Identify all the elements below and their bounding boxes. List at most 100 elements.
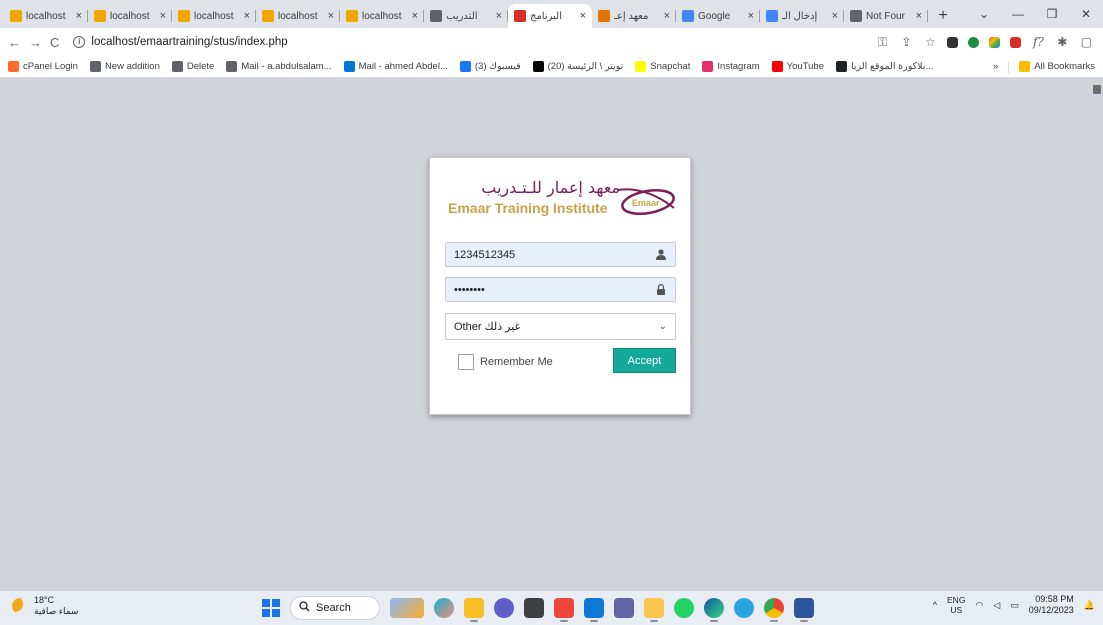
bookmark-item[interactable]: (3) فيسبوك: [459, 61, 521, 72]
reload-button[interactable]: C: [50, 35, 59, 50]
extension-dark-icon[interactable]: [947, 36, 959, 48]
bookmark-item[interactable]: cPanel Login: [8, 61, 78, 72]
bookmark-item[interactable]: Snapchat: [635, 61, 690, 72]
browser-tab[interactable]: Google ×: [676, 4, 760, 28]
bookmark-item[interactable]: Mail - a.abdulsalam...: [226, 61, 332, 72]
tab-close-icon[interactable]: ×: [412, 10, 418, 22]
bookmark-item[interactable]: New addition: [89, 61, 160, 72]
clock[interactable]: 09:58 PM 09/12/2023: [1029, 594, 1074, 616]
tab-favicon-icon: [850, 10, 862, 22]
whatsapp-icon[interactable]: [674, 598, 694, 618]
user-icon: [655, 249, 667, 261]
bookmark-favicon-icon: [459, 61, 471, 72]
minimize-button[interactable]: —: [1001, 7, 1035, 21]
side-panel-icon[interactable]: ▢: [1079, 35, 1093, 49]
extensions-puzzle-icon[interactable]: ✱: [1055, 35, 1069, 49]
bookmark-favicon-icon: [771, 61, 783, 72]
copilot-icon[interactable]: [434, 598, 454, 618]
browser-tab[interactable]: localhost ×: [4, 4, 88, 28]
volume-icon[interactable]: ◁: [993, 600, 1000, 611]
tab-close-icon[interactable]: ×: [76, 10, 82, 22]
wifi-icon[interactable]: ◠: [975, 600, 983, 611]
new-tab-button[interactable]: +: [932, 5, 954, 27]
tab-close-icon[interactable]: ×: [160, 10, 166, 22]
restore-button[interactable]: ❐: [1035, 7, 1069, 21]
file-explorer-icon[interactable]: [464, 598, 484, 622]
browser-tab[interactable]: البرنامج ×: [508, 4, 592, 28]
moon-icon: [12, 598, 28, 614]
pdf-extension-icon[interactable]: [1010, 36, 1022, 48]
chrome-icon[interactable]: [764, 598, 784, 622]
start-button[interactable]: [262, 599, 280, 617]
key-icon[interactable]: ⚿: [875, 35, 889, 49]
browser-tab[interactable]: localhost ×: [340, 4, 424, 28]
browser-tab[interactable]: معهد إعـ ×: [592, 4, 676, 28]
word-icon[interactable]: [794, 598, 814, 622]
tab-favicon-icon: [94, 10, 106, 22]
browser-tab[interactable]: localhost ×: [172, 4, 256, 28]
tab-close-icon[interactable]: ×: [664, 10, 670, 22]
folder-icon: [1019, 61, 1031, 72]
all-bookmarks-label: All Bookmarks: [1034, 61, 1095, 72]
tab-close-icon[interactable]: ×: [328, 10, 334, 22]
browser-tab[interactable]: إدخال الـ ×: [760, 4, 844, 28]
role-select[interactable]: Other غير ذلك ⌄: [445, 313, 676, 340]
bookmark-item[interactable]: بلاكورة الموقع الربا...: [836, 61, 933, 72]
logo-swoosh-icon: Emaar: [617, 188, 675, 215]
tab-close-icon[interactable]: ×: [832, 10, 838, 22]
forward-button[interactable]: →: [29, 35, 42, 50]
camera-app-icon[interactable]: [524, 598, 544, 618]
teams-chat-icon[interactable]: [494, 598, 514, 618]
language-indicator[interactable]: ENG US: [947, 595, 965, 615]
widgets-icon[interactable]: [390, 598, 424, 618]
notification-bell-icon[interactable]: 🔔: [1084, 600, 1095, 611]
bookmark-item[interactable]: Delete: [171, 61, 214, 72]
teams-icon[interactable]: [614, 598, 634, 618]
tray-overflow-chevron-icon[interactable]: ^: [933, 600, 937, 610]
address-bar[interactable]: i localhost/emaartraining/stus/index.php: [67, 36, 867, 48]
site-info-icon[interactable]: i: [73, 36, 86, 48]
all-bookmarks-button[interactable]: All Bookmarks: [1019, 61, 1095, 72]
browser-tab[interactable]: Not Four ×: [844, 4, 928, 28]
bookmark-item[interactable]: YouTube: [771, 61, 824, 72]
remember-me-checkbox[interactable]: [458, 354, 474, 370]
share-icon[interactable]: ⇪: [899, 35, 913, 49]
battery-icon[interactable]: ▭: [1010, 600, 1019, 611]
outlook-icon[interactable]: [584, 598, 604, 622]
bookmark-favicon-icon: [171, 61, 183, 72]
tab-close-icon[interactable]: ×: [244, 10, 250, 22]
extension-green-icon[interactable]: [968, 36, 980, 48]
tab-close-icon[interactable]: ×: [496, 10, 502, 22]
taskbar-search[interactable]: Search: [290, 596, 380, 620]
close-window-button[interactable]: ✕: [1069, 7, 1103, 21]
tab-title: localhost: [194, 10, 234, 22]
weather-widget[interactable]: 18°C سماء صافية: [12, 595, 78, 617]
tab-title: البرنامج: [530, 10, 563, 22]
font-extension-icon[interactable]: f?: [1031, 35, 1045, 49]
windows-taskbar: 18°C سماء صافية Search ^ ENG US ◠ ◁ ▭ 09…: [0, 590, 1103, 625]
bookmark-item[interactable]: (20) تويتر \ الرئيسة: [532, 61, 623, 72]
edge-icon[interactable]: [704, 598, 724, 622]
bookmark-item[interactable]: Mail - ahmed Abdel...: [343, 61, 448, 72]
browser-tab[interactable]: localhost ×: [256, 4, 340, 28]
star-icon[interactable]: ☆: [923, 35, 937, 49]
extension-colorful-icon[interactable]: [989, 36, 1001, 48]
tab-favicon-icon: [682, 10, 694, 22]
username-field[interactable]: 1234512345: [445, 242, 676, 267]
folder-app-icon[interactable]: [644, 598, 664, 622]
tab-close-icon[interactable]: ×: [580, 10, 586, 22]
password-field[interactable]: ••••••••: [445, 277, 676, 302]
tab-close-icon[interactable]: ×: [916, 10, 922, 22]
browser-tab[interactable]: localhost ×: [88, 4, 172, 28]
bookmark-item[interactable]: Instagram: [702, 61, 760, 72]
back-button[interactable]: ←: [8, 35, 21, 50]
tab-search-icon[interactable]: ⌄: [967, 7, 1001, 21]
browser-tab[interactable]: التدريب ×: [424, 4, 508, 28]
tab-close-icon[interactable]: ×: [748, 10, 754, 22]
bookmarks-overflow-button[interactable]: »: [993, 61, 998, 72]
tab-favicon-icon: [766, 10, 778, 22]
accept-button[interactable]: Accept: [613, 348, 676, 373]
telegram-icon[interactable]: [734, 598, 754, 618]
tab-favicon-icon: [514, 10, 526, 22]
anydesk-icon[interactable]: [554, 598, 574, 622]
